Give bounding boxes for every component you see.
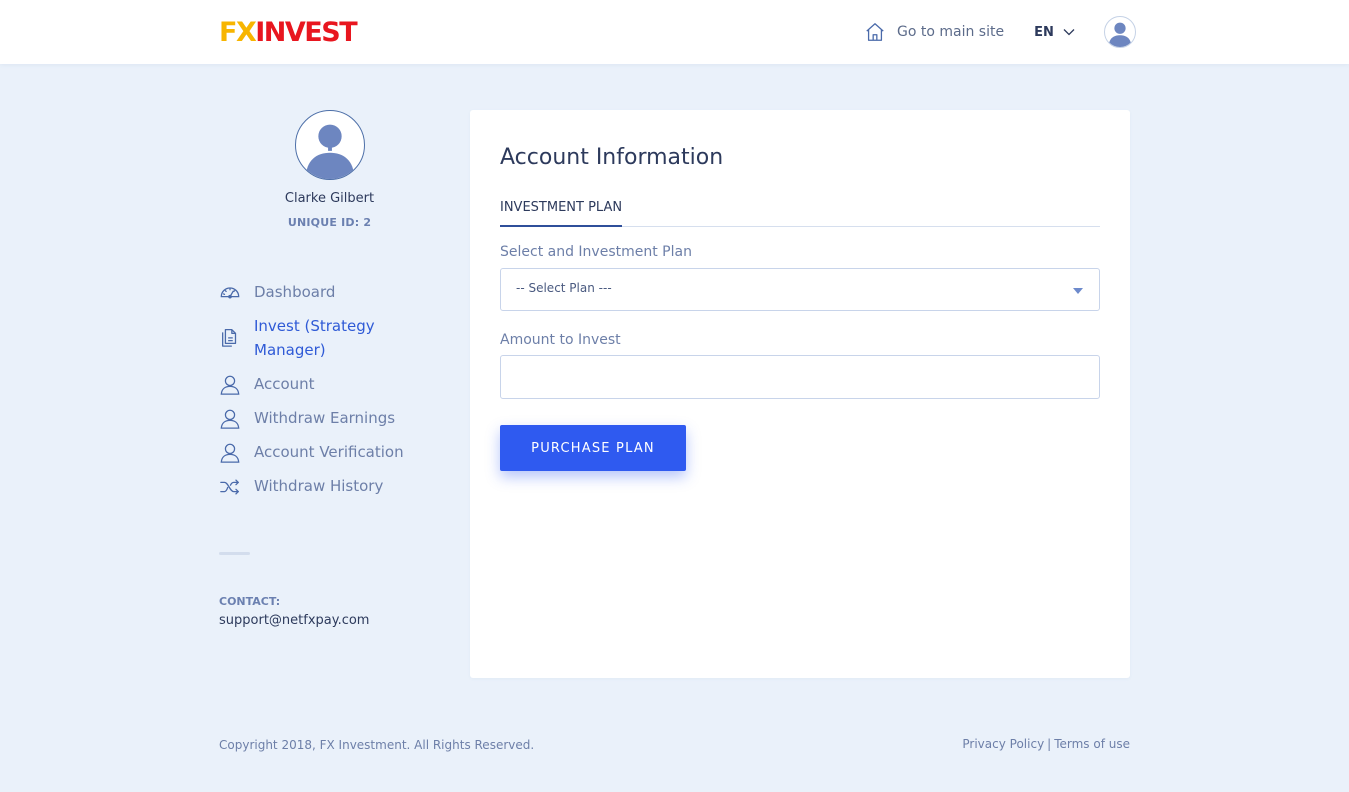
copyright-text: Copyright 2018, FX Investment. All Right… bbox=[219, 738, 535, 752]
tab-investment-plan[interactable]: INVESTMENT PLAN bbox=[500, 198, 623, 227]
top-nav: Go to main site EN bbox=[864, 0, 1136, 64]
logo-fx: FX bbox=[219, 17, 257, 48]
sidebar-nav: Dashboard Invest (Strategy Manager) Acco… bbox=[219, 280, 449, 508]
contact-email: support@netfxpay.com bbox=[219, 613, 370, 628]
footer-links: Privacy Policy | Terms of use bbox=[948, 737, 1130, 751]
logo[interactable]: FXINVEST bbox=[219, 17, 358, 49]
chevron-down-icon bbox=[1063, 29, 1075, 36]
sidebar-item-dashboard[interactable]: Dashboard bbox=[219, 280, 449, 304]
avatar-icon bbox=[305, 124, 354, 179]
purchase-plan-button[interactable]: PURCHASE PLAN bbox=[500, 425, 686, 471]
sidebar-item-invest[interactable]: Invest (Strategy Manager) bbox=[219, 314, 449, 362]
terms-of-use-link[interactable]: Terms of use bbox=[1054, 737, 1130, 751]
logo-invest: INVEST bbox=[255, 17, 357, 48]
caret-down-icon bbox=[1073, 288, 1083, 294]
sidebar-item-account[interactable]: Account bbox=[219, 372, 449, 396]
page-title: Account Information bbox=[500, 145, 724, 170]
profile-name: Clarke Gilbert bbox=[284, 191, 375, 206]
home-icon bbox=[866, 23, 884, 41]
footer-separator: | bbox=[1047, 737, 1052, 751]
account-information-card: Account Information INVESTMENT PLAN Sele… bbox=[470, 110, 1130, 678]
profile-unique-id: UNIQUE ID: 2 bbox=[287, 216, 372, 229]
sidebar-item-label: Withdraw History bbox=[254, 477, 384, 495]
amount-label: Amount to Invest bbox=[500, 332, 621, 348]
sidebar-item-account-verification[interactable]: Account Verification bbox=[219, 440, 449, 464]
sidebar-item-label: Account Verification bbox=[254, 443, 404, 461]
plan-select-label: Select and Investment Plan bbox=[500, 244, 692, 260]
shuffle-icon bbox=[220, 479, 239, 495]
avatar-icon bbox=[1108, 22, 1132, 47]
contact-label: CONTACT: bbox=[219, 595, 281, 608]
amount-input[interactable] bbox=[500, 355, 1100, 399]
sidebar-item-label: Invest (Strategy Manager) bbox=[254, 317, 375, 359]
profile-panel: Clarke Gilbert UNIQUE ID: 2 bbox=[219, 110, 440, 229]
go-to-main-site-link[interactable]: Go to main site bbox=[864, 21, 1004, 43]
sidebar-item-label: Account bbox=[254, 375, 315, 393]
sidebar-item-label: Dashboard bbox=[254, 283, 336, 301]
user-icon bbox=[220, 443, 240, 463]
language-label: EN bbox=[1034, 24, 1054, 40]
top-bar: FXINVEST Go to main site EN bbox=[0, 0, 1349, 64]
plan-select[interactable]: -- Select Plan --- bbox=[500, 268, 1100, 311]
tab-bar: INVESTMENT PLAN bbox=[500, 198, 1100, 227]
documents-icon bbox=[222, 329, 237, 347]
privacy-policy-link[interactable]: Privacy Policy bbox=[962, 737, 1044, 751]
sidebar-item-withdraw-history[interactable]: Withdraw History bbox=[219, 474, 449, 498]
dashboard-icon bbox=[220, 287, 240, 299]
language-selector[interactable]: EN bbox=[1034, 25, 1076, 40]
go-to-main-site-label: Go to main site bbox=[897, 24, 1005, 40]
plan-select-value: -- Select Plan --- bbox=[516, 281, 612, 295]
sidebar-item-withdraw-earnings[interactable]: Withdraw Earnings bbox=[219, 406, 449, 430]
profile-avatar bbox=[294, 110, 365, 180]
sidebar-item-label: Withdraw Earnings bbox=[254, 409, 396, 427]
sidebar-divider bbox=[219, 552, 250, 555]
user-icon bbox=[220, 375, 240, 395]
user-icon bbox=[220, 409, 240, 429]
user-avatar[interactable] bbox=[1103, 16, 1136, 48]
